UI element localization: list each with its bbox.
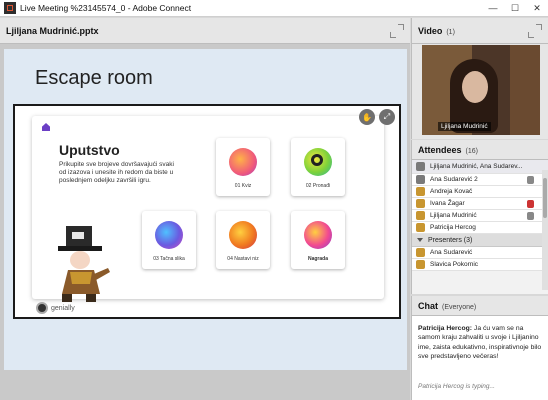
- fullscreen-icon[interactable]: [390, 23, 404, 38]
- chat-author: Patricija Hercog:: [418, 325, 473, 332]
- user-icon: [416, 223, 425, 232]
- attendee-name: Andreja Kovač: [430, 188, 473, 195]
- presenter-name: Slavica Pokornic: [430, 261, 479, 268]
- genially-logo: genially: [36, 302, 75, 314]
- chat-title: Chat: [418, 300, 438, 311]
- list-item[interactable]: Ana Sudarević: [412, 247, 548, 259]
- tile-label: Nagrada: [307, 256, 328, 262]
- presenters-section-toggle[interactable]: Presenters (3): [412, 234, 548, 247]
- maximize-button[interactable]: ☐: [504, 0, 526, 17]
- attendees-pod-title: Attendees (16): [418, 145, 548, 155]
- fullscreen-icon[interactable]: [528, 23, 542, 38]
- chat-pod: Chat (Everyone) Patricija Hercog: Ja ću v…: [411, 296, 548, 400]
- magnifier-icon: [304, 148, 332, 176]
- crown-icon: [304, 221, 332, 249]
- tile-kviz[interactable]: 01 Kviz: [216, 138, 270, 196]
- home-icon[interactable]: [42, 123, 50, 131]
- list-item[interactable]: Ljiljana Mudrinić: [412, 210, 548, 222]
- attendee-name: Ivana Žagar: [430, 200, 465, 207]
- presenters-label: Presenters (3): [428, 236, 473, 244]
- presentation-slide: Escape room Uputstvo Prikupite sve broje…: [4, 49, 407, 370]
- chevron-down-icon: [417, 238, 423, 242]
- presenter-name: Ana Sudarević: [430, 249, 473, 256]
- attendees-scrollbar[interactable]: [542, 170, 548, 290]
- microphone-muted-icon: [527, 199, 534, 208]
- card-instructions: Prikupite sve brojeve dovršavajući svaki…: [59, 161, 174, 184]
- attendees-title: Attendees: [418, 144, 462, 155]
- attendee-name: Patricija Hercog: [430, 224, 476, 231]
- window-titlebar: Live Meeting %23145574_0 - Adobe Connect…: [0, 0, 548, 17]
- user-icon: [416, 199, 425, 208]
- genially-icon: [36, 302, 48, 314]
- zoom-icon[interactable]: ⤢: [379, 109, 395, 125]
- user-icon: [416, 162, 425, 171]
- video-pod: Video (1) Ljiljana Mudrinić: [411, 18, 548, 139]
- window-title: Live Meeting %23145574_0 - Adobe Connect: [20, 3, 192, 13]
- user-icon: [416, 175, 425, 184]
- user-icon: [416, 211, 425, 220]
- attendees-pod-header: Attendees (16): [412, 140, 548, 160]
- user-icon: [416, 260, 425, 269]
- minimize-button[interactable]: —: [482, 0, 504, 17]
- video-title: Video: [418, 25, 443, 36]
- list-item[interactable]: Andreja Kovač: [412, 186, 548, 198]
- chat-message: Patricija Hercog: Ja ću vam se na samom …: [418, 324, 544, 362]
- attendees-count: (16): [465, 147, 478, 155]
- mad-hatter-illustration: [58, 226, 110, 302]
- tile-pronadi[interactable]: 02 Pronađi: [291, 138, 345, 196]
- user-icon: [416, 248, 425, 257]
- chat-scope: (Everyone): [442, 303, 477, 311]
- host-summary: Ljiljana Mudrinić, Ana Sudarev...: [430, 163, 523, 170]
- chat-pod-title: Chat (Everyone): [418, 301, 548, 311]
- video-pod-title: Video (1): [418, 26, 528, 36]
- star-icon: [229, 148, 257, 176]
- list-item[interactable]: Ivana Žagar: [412, 198, 548, 210]
- tile-tacna-slika[interactable]: 03 Tačna slika: [142, 211, 196, 269]
- host-summary-row[interactable]: Ljiljana Mudrinić, Ana Sudarev...: [412, 160, 548, 174]
- adobe-connect-icon: [4, 2, 16, 14]
- microphone-icon: [527, 175, 534, 184]
- fingerprint-icon: [155, 221, 183, 249]
- list-item[interactable]: Slavica Pokornic: [412, 259, 548, 271]
- video-participant-name: Ljiljana Mudrinić: [438, 122, 491, 131]
- card-heading: Uputstvo: [59, 142, 120, 158]
- attendee-name: Ana Sudarević 2: [430, 176, 478, 183]
- webcam-video: Ljiljana Mudrinić: [422, 45, 540, 135]
- attendees-pod: Attendees (16) Ljiljana Mudrinić, Ana Sud…: [411, 140, 548, 294]
- typing-indicator: Patricija Hercog is typing...: [418, 383, 495, 390]
- attendee-name: Ljiljana Mudrinić: [430, 212, 477, 219]
- instructions-card: Uputstvo Prikupite sve brojeve dovršavaj…: [32, 116, 384, 314]
- embedded-genially-frame[interactable]: Uputstvo Prikupite sve brojeve dovršavaj…: [13, 104, 401, 319]
- user-icon: [416, 187, 425, 196]
- tile-label: 01 Kviz: [234, 183, 252, 189]
- tile-label: 02 Pronađi: [305, 183, 331, 189]
- chat-pod-header: Chat (Everyone): [412, 296, 548, 316]
- list-item[interactable]: Patricija Hercog: [412, 222, 548, 234]
- video-count: (1): [446, 28, 455, 36]
- scroll-thumb[interactable]: [543, 178, 547, 218]
- tile-nagrada[interactable]: Nagrada: [291, 211, 345, 269]
- tile-label: 04 Nastavi niz: [227, 256, 259, 262]
- hand-icon[interactable]: ✋: [359, 109, 375, 125]
- arrows-icon: [229, 221, 257, 249]
- logo-text: genially: [51, 304, 75, 312]
- tile-nastavi-niz[interactable]: 04 Nastavi niz: [216, 211, 270, 269]
- close-button[interactable]: ✕: [526, 0, 548, 17]
- slide-title: Escape room: [35, 67, 153, 89]
- video-pod-header: Video (1): [412, 18, 548, 44]
- tile-label: 03 Tačna slika: [153, 256, 185, 262]
- share-file-title: Ljiljana Mudrinić.pptx: [6, 25, 99, 36]
- share-pod-header: Ljiljana Mudrinić.pptx: [0, 18, 410, 44]
- microphone-icon: [527, 211, 534, 220]
- list-item[interactable]: Ana Sudarević 2: [412, 174, 548, 186]
